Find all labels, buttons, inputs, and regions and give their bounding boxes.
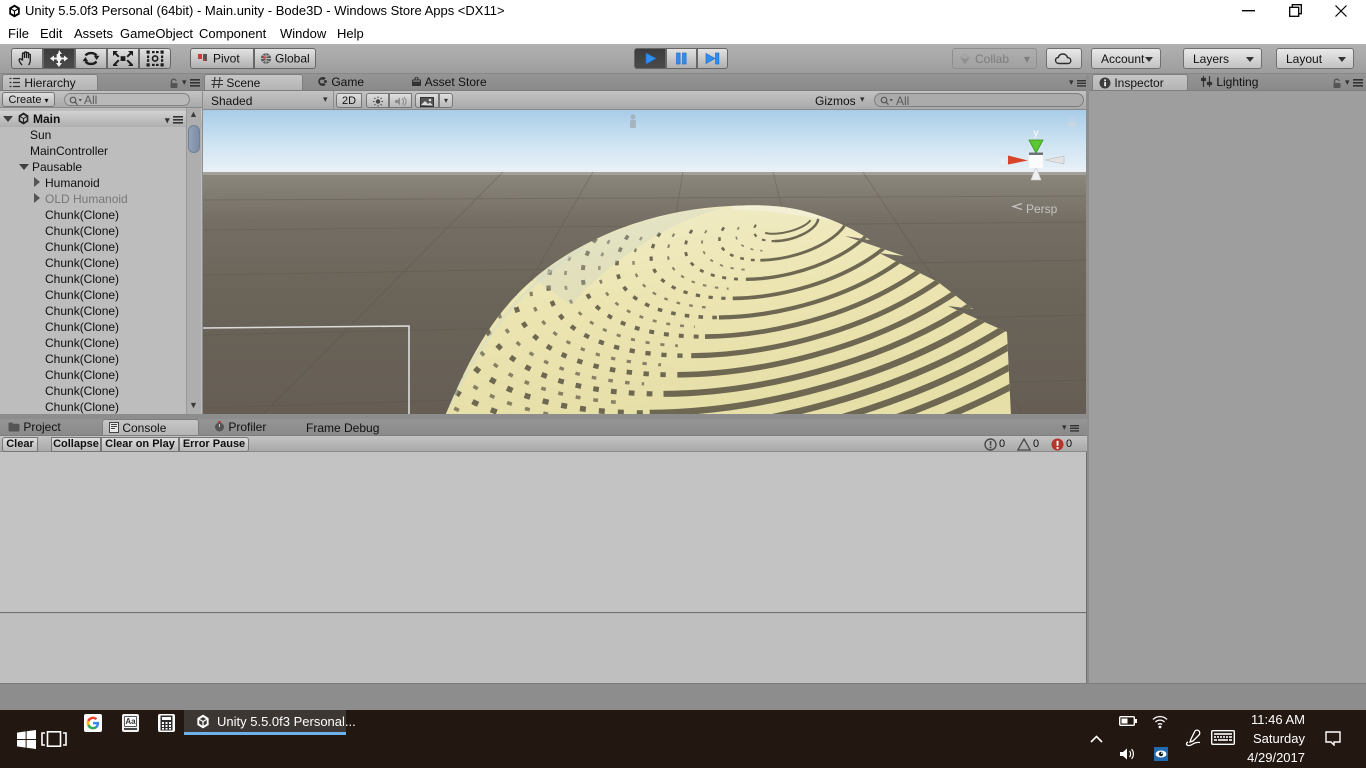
svg-text:Persp: Persp (1026, 202, 1058, 216)
svg-text:x: x (1000, 156, 1005, 166)
svg-text:Pivot: Pivot (213, 52, 240, 66)
svg-text:y: y (1033, 128, 1039, 139)
svg-text:Global: Global (275, 52, 310, 66)
